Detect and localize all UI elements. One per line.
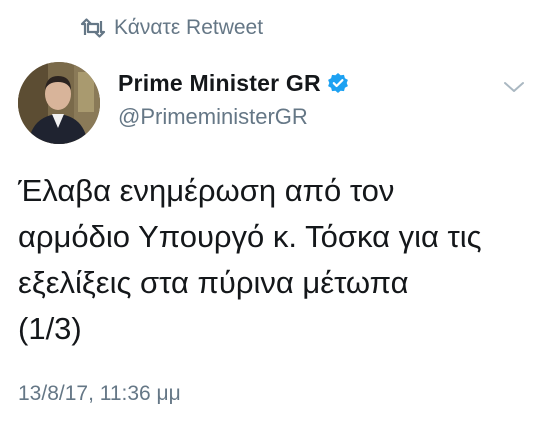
user-handle[interactable]: @PrimeministerGR — [118, 102, 349, 132]
retweet-icon — [80, 18, 106, 38]
avatar[interactable] — [18, 62, 100, 144]
tweet-header: Prime Minister GR @PrimeministerGR — [118, 68, 349, 132]
chevron-down-icon[interactable] — [503, 80, 525, 94]
tweet-text: Έλαβα ενημέρωση από τον αρμόδιο Υπουργό … — [18, 173, 482, 346]
retweet-context: Κάνατε Retweet — [80, 14, 263, 42]
tweet-timestamp[interactable]: 13/8/17, 11:36 μμ — [18, 382, 181, 406]
display-name[interactable]: Prime Minister GR — [118, 70, 321, 97]
retweet-label: Κάνατε Retweet — [114, 16, 264, 39]
verified-badge-icon — [327, 72, 349, 94]
